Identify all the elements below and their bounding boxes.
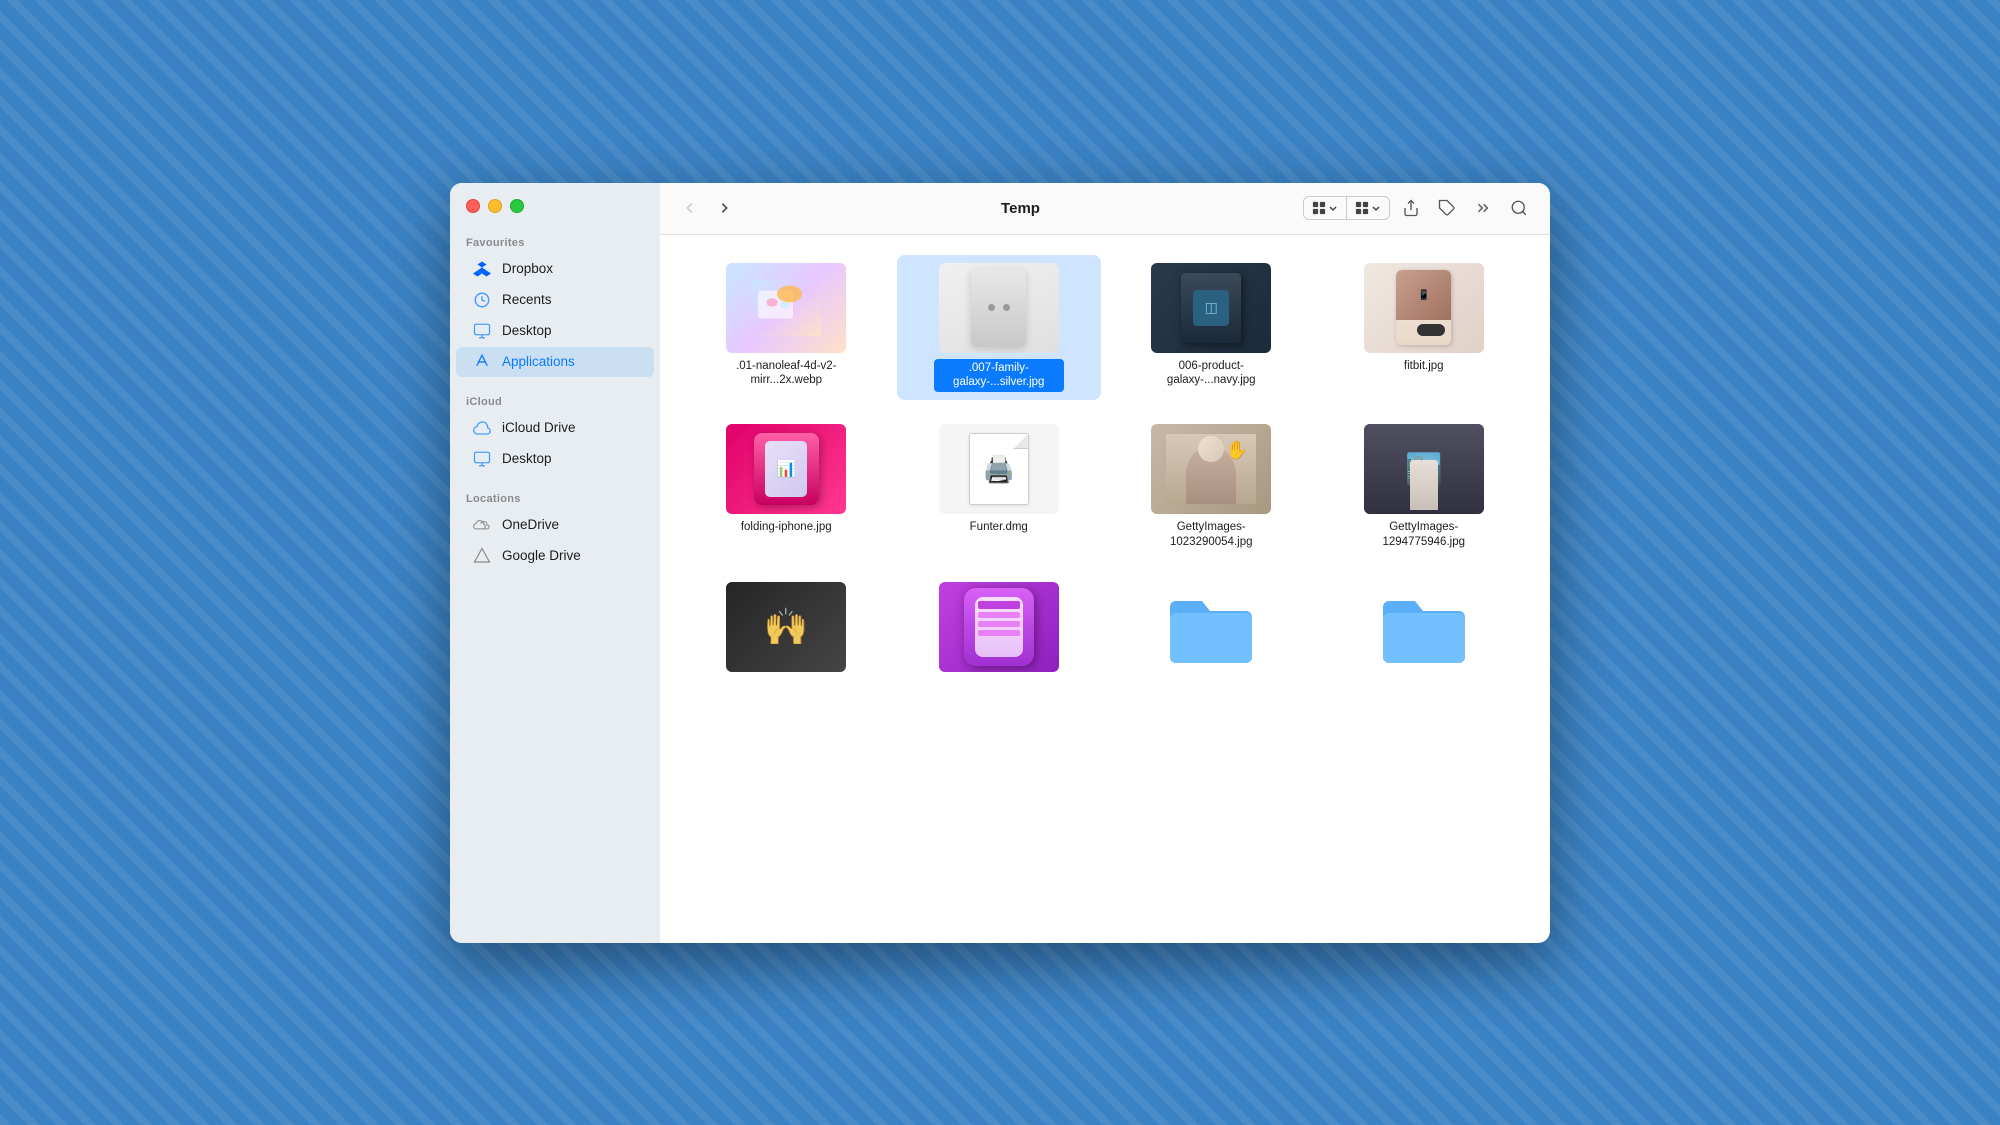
file-item-galaxy-silver[interactable]: .007-family-galaxy-...silver.jpg xyxy=(897,255,1102,401)
file-item-fitbit[interactable]: 📱 fitbit.jpg xyxy=(1322,255,1527,401)
file-thumb-nanoleaf xyxy=(726,263,846,353)
file-thumb-galaxy-silver xyxy=(939,263,1059,353)
dropbox-label: Dropbox xyxy=(502,261,553,276)
file-item-product-navy[interactable]: ◫ 006-product-galaxy-...navy.jpg xyxy=(1109,255,1314,401)
toolbar: Temp xyxy=(660,183,1550,235)
sidebar-item-google-drive[interactable]: Google Drive xyxy=(456,541,654,571)
icloud-desktop-icon xyxy=(472,449,492,469)
file-area: Temp xyxy=(660,183,1550,943)
back-button[interactable] xyxy=(676,194,704,222)
file-item-pink-app[interactable] xyxy=(897,574,1102,686)
file-thumb-product-navy: ◫ xyxy=(1151,263,1271,353)
file-thumb-funter-dmg: 🖨️ xyxy=(939,424,1059,514)
file-thumb-folder2 xyxy=(1364,582,1484,672)
file-thumb-pink-app xyxy=(939,582,1059,672)
file-item-getty2[interactable]: 🏙️ GettyImages-1294775946.jpg xyxy=(1322,416,1527,558)
sidebar-item-onedrive[interactable]: OneDrive xyxy=(456,510,654,540)
file-label-fitbit: fitbit.jpg xyxy=(1404,359,1444,374)
search-button[interactable] xyxy=(1504,193,1534,223)
nav-buttons xyxy=(676,194,738,222)
finder-window: Favourites Dropbox xyxy=(450,183,1550,943)
onedrive-label: OneDrive xyxy=(502,517,559,532)
file-label-getty1: GettyImages-1023290054.jpg xyxy=(1146,520,1276,550)
sidebar-item-dropbox[interactable]: Dropbox xyxy=(456,254,654,284)
locations-header: Locations xyxy=(450,485,660,509)
onedrive-icon xyxy=(472,515,492,535)
sidebar-item-desktop[interactable]: Desktop xyxy=(456,316,654,346)
close-button[interactable] xyxy=(466,199,480,213)
applications-icon xyxy=(472,352,492,372)
file-thumb-fitbit: 📱 xyxy=(1364,263,1484,353)
file-item-folder2[interactable] xyxy=(1322,574,1527,686)
minimize-button[interactable] xyxy=(488,199,502,213)
file-label-folding: folding-iphone.jpg xyxy=(741,520,832,535)
more-button[interactable] xyxy=(1468,193,1498,223)
icloud-header: iCloud xyxy=(450,388,660,412)
sidebar-item-applications[interactable]: Applications xyxy=(456,347,654,377)
file-item-dark-hands[interactable]: 🙌 xyxy=(684,574,889,686)
toolbar-right xyxy=(1303,193,1534,223)
file-item-folder1[interactable] xyxy=(1109,574,1314,686)
file-label-getty2: GettyImages-1294775946.jpg xyxy=(1359,520,1489,550)
forward-button[interactable] xyxy=(710,194,738,222)
file-label-funter-dmg: Funter.dmg xyxy=(970,520,1028,535)
applications-label: Applications xyxy=(502,354,575,369)
file-thumb-dark-hands: 🙌 xyxy=(726,582,846,672)
tag-button[interactable] xyxy=(1432,193,1462,223)
file-thumb-folder1 xyxy=(1151,582,1271,672)
recents-icon xyxy=(472,290,492,310)
files-container: .01-nanoleaf-4d-v2-mirr...2x.webp xyxy=(660,235,1550,943)
file-label-galaxy-silver: .007-family-galaxy-...silver.jpg xyxy=(934,359,1064,393)
file-item-getty1[interactable]: ✋ GettyImages-1023290054.jpg xyxy=(1109,416,1314,558)
file-item-funter-dmg[interactable]: 🖨️ Funter.dmg xyxy=(897,416,1102,558)
maximize-button[interactable] xyxy=(510,199,524,213)
file-item-folding[interactable]: 📊 folding-iphone.jpg xyxy=(684,416,889,558)
dropbox-icon xyxy=(472,259,492,279)
share-button[interactable] xyxy=(1396,193,1426,223)
icon-view-button[interactable] xyxy=(1304,197,1346,219)
file-label-nanoleaf: .01-nanoleaf-4d-v2-mirr...2x.webp xyxy=(721,359,851,389)
icloud-icon xyxy=(472,418,492,438)
files-grid: .01-nanoleaf-4d-v2-mirr...2x.webp xyxy=(684,255,1526,687)
file-thumb-getty1: ✋ xyxy=(1151,424,1271,514)
icloud-drive-label: iCloud Drive xyxy=(502,420,576,435)
favourites-header: Favourites xyxy=(450,229,660,253)
sidebar-item-recents[interactable]: Recents xyxy=(456,285,654,315)
window-title: Temp xyxy=(750,200,1291,217)
list-view-button[interactable] xyxy=(1347,197,1389,219)
file-thumb-folding: 📊 xyxy=(726,424,846,514)
file-item-nanoleaf[interactable]: .01-nanoleaf-4d-v2-mirr...2x.webp xyxy=(684,255,889,401)
file-thumb-getty2: 🏙️ xyxy=(1364,424,1484,514)
recents-label: Recents xyxy=(502,292,552,307)
google-drive-label: Google Drive xyxy=(502,548,581,563)
sidebar-item-icloud-desktop[interactable]: Desktop xyxy=(456,444,654,474)
file-label-product-navy: 006-product-galaxy-...navy.jpg xyxy=(1146,359,1276,389)
desktop-label: Desktop xyxy=(502,323,552,338)
sidebar: Favourites Dropbox xyxy=(450,183,660,943)
googledrive-icon xyxy=(472,546,492,566)
icloud-desktop-label: Desktop xyxy=(502,451,552,466)
desktop-icon xyxy=(472,321,492,341)
sidebar-item-icloud-drive[interactable]: iCloud Drive xyxy=(456,413,654,443)
